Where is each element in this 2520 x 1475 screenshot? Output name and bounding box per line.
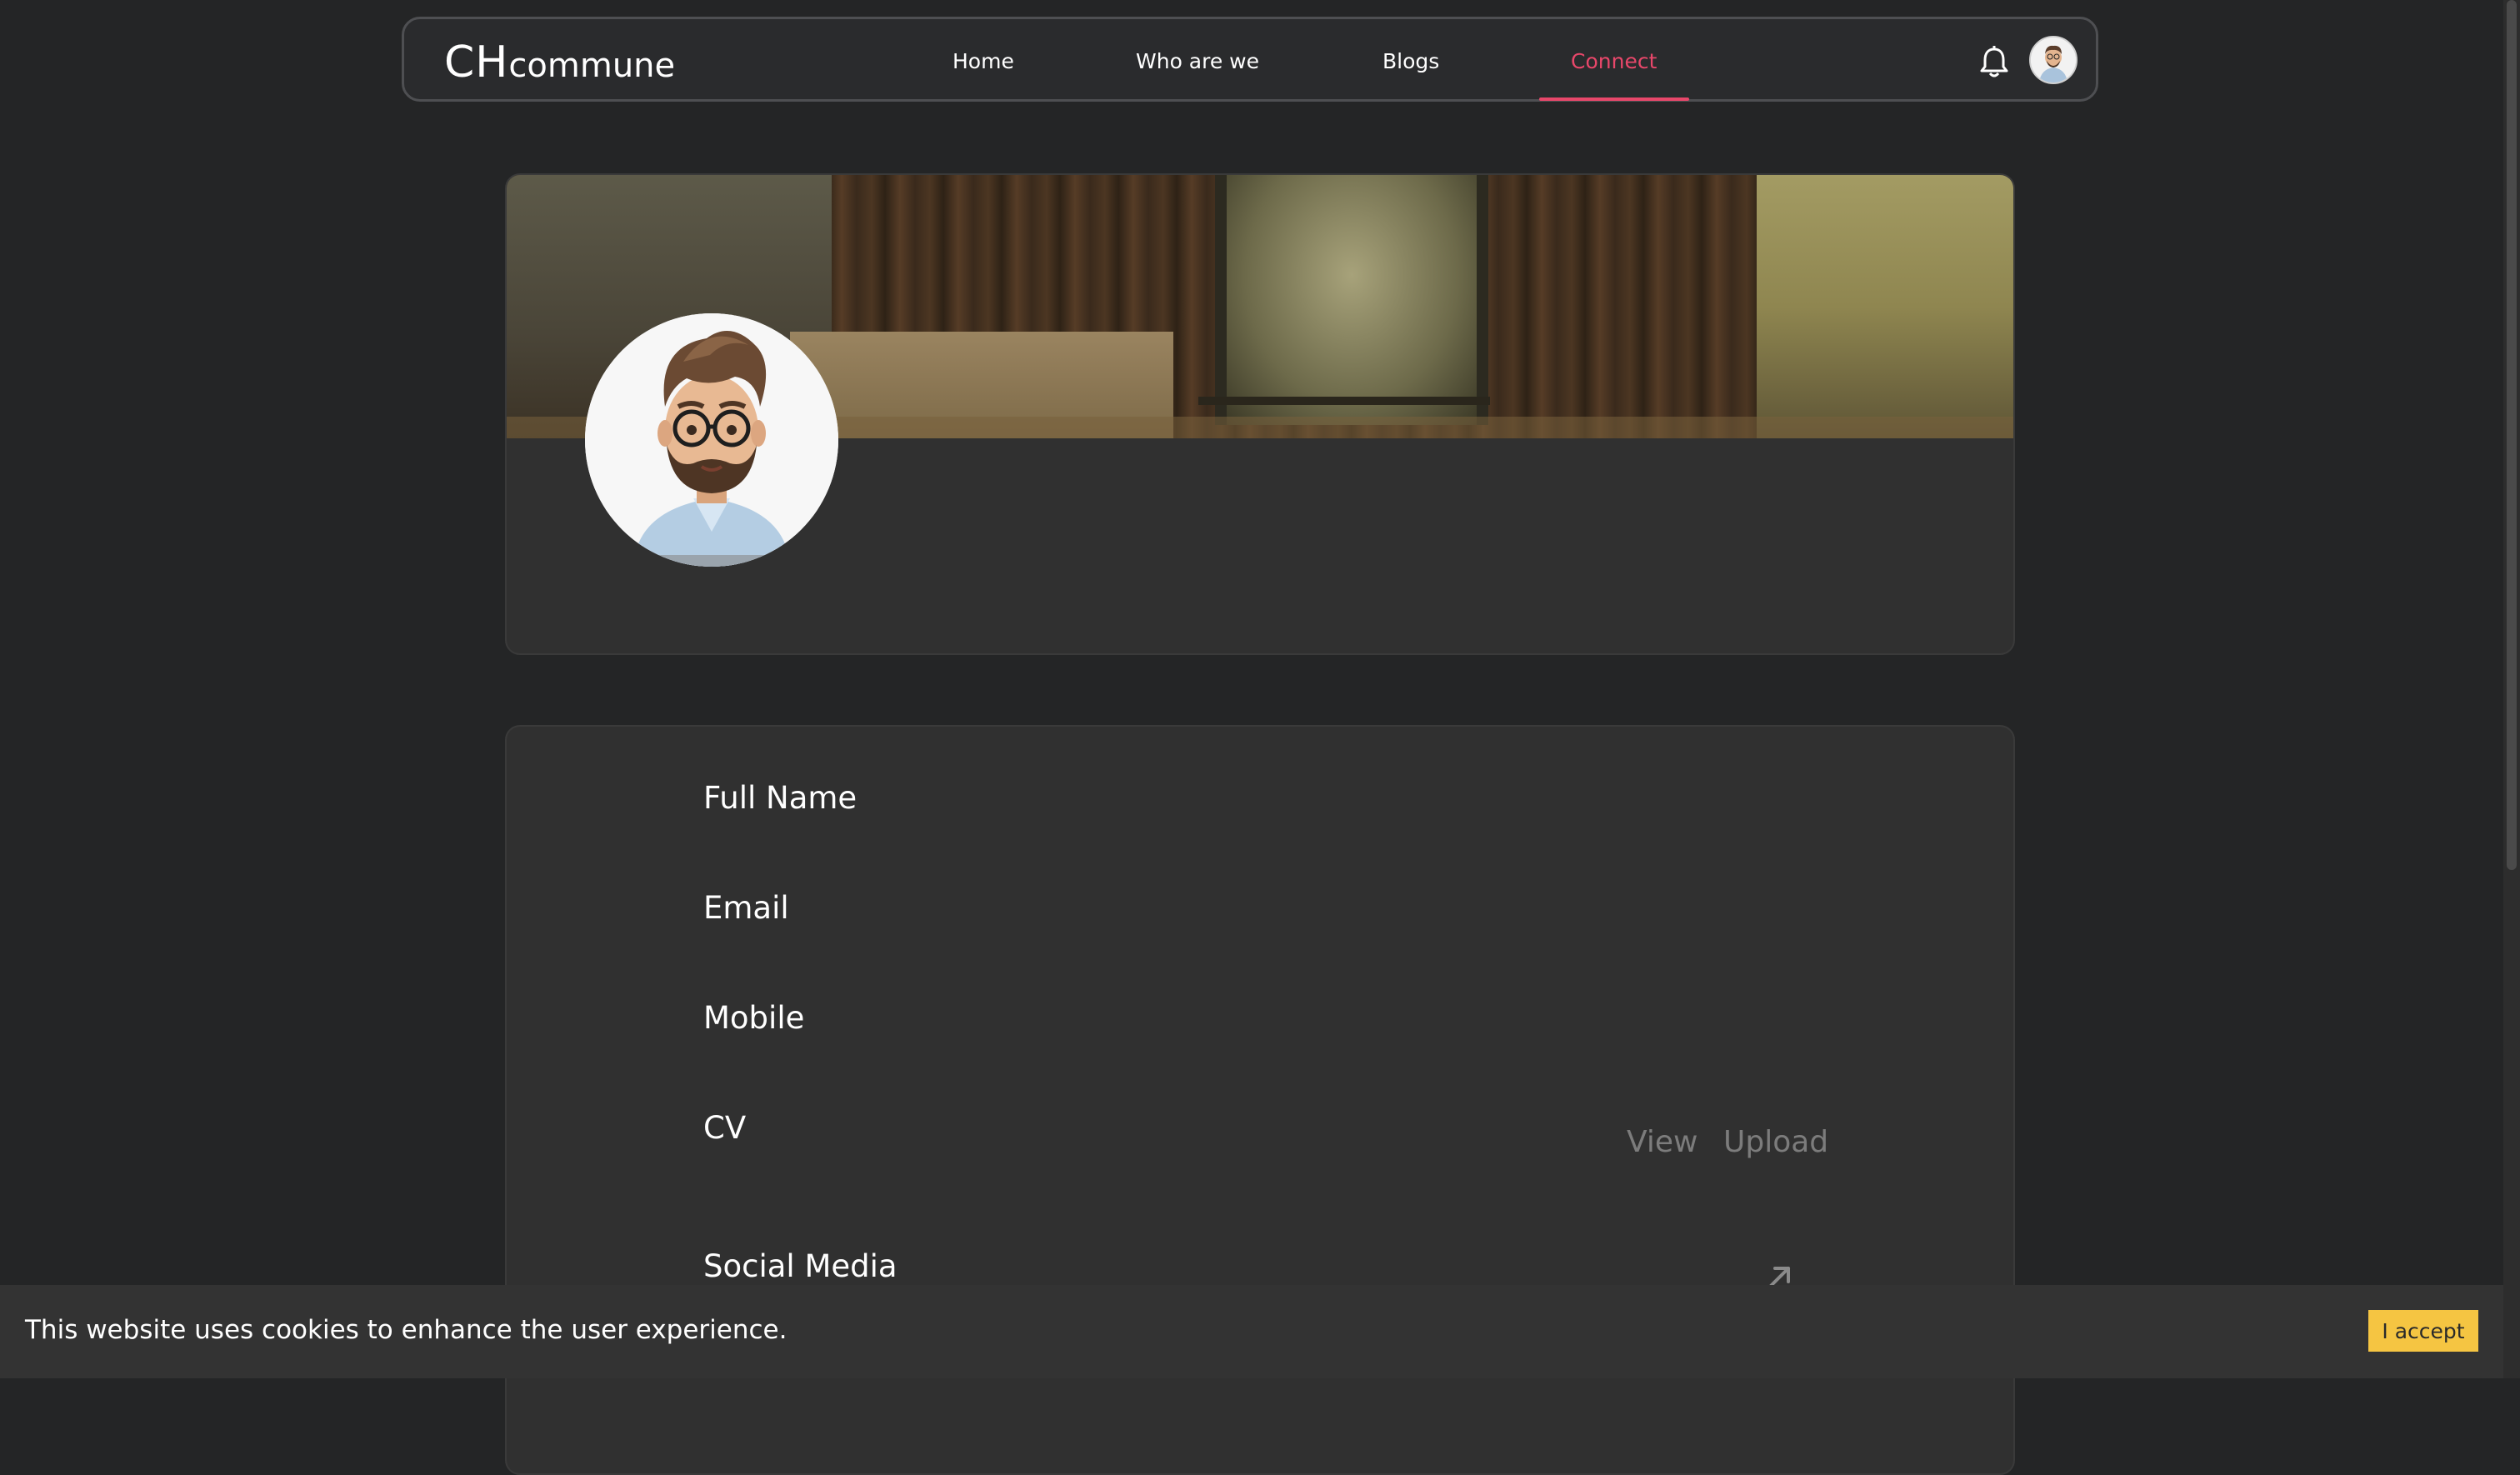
nav-item-blogs[interactable]: Blogs (1382, 49, 1439, 73)
top-navbar: CHcommune Home Who are we Blogs Connect (402, 17, 2098, 102)
nav-item-who-are-we[interactable]: Who are we (1136, 49, 1259, 73)
profile-header-card (505, 173, 2015, 655)
cv-view-link[interactable]: View (1627, 1125, 1698, 1159)
active-tab-indicator (1539, 98, 1689, 101)
social-media-label: Social Media (703, 1248, 898, 1284)
cover-photo-right (1757, 175, 2013, 438)
bell-icon[interactable] (1976, 44, 2012, 81)
cookie-banner: This website uses cookies to enhance the… (0, 1285, 2503, 1378)
profile-avatar[interactable] (585, 313, 838, 567)
cover-photo-window (1215, 175, 1488, 425)
email-label: Email (703, 890, 789, 926)
full-name-label: Full Name (703, 780, 858, 816)
nav-item-connect[interactable]: Connect (1571, 49, 1657, 73)
cover-photo-rail (1198, 397, 1490, 405)
cv-label: CV (703, 1110, 747, 1146)
scrollbar-thumb[interactable] (2507, 0, 2517, 870)
nav-item-home[interactable]: Home (952, 49, 1014, 73)
accept-cookies-button[interactable]: I accept (2368, 1310, 2478, 1352)
profile-avatar-image (585, 313, 838, 567)
scrollbar[interactable] (2503, 0, 2520, 1378)
user-avatar[interactable] (2029, 36, 2078, 84)
mobile-label: Mobile (703, 1000, 805, 1036)
cookie-message: This website uses cookies to enhance the… (25, 1315, 788, 1345)
logo-ch: CH (444, 38, 509, 88)
logo-commune: commune (508, 47, 676, 85)
site-logo[interactable]: CHcommune (444, 38, 675, 88)
cv-upload-link[interactable]: Upload (1723, 1125, 1828, 1159)
user-avatar-image (2031, 38, 2076, 82)
